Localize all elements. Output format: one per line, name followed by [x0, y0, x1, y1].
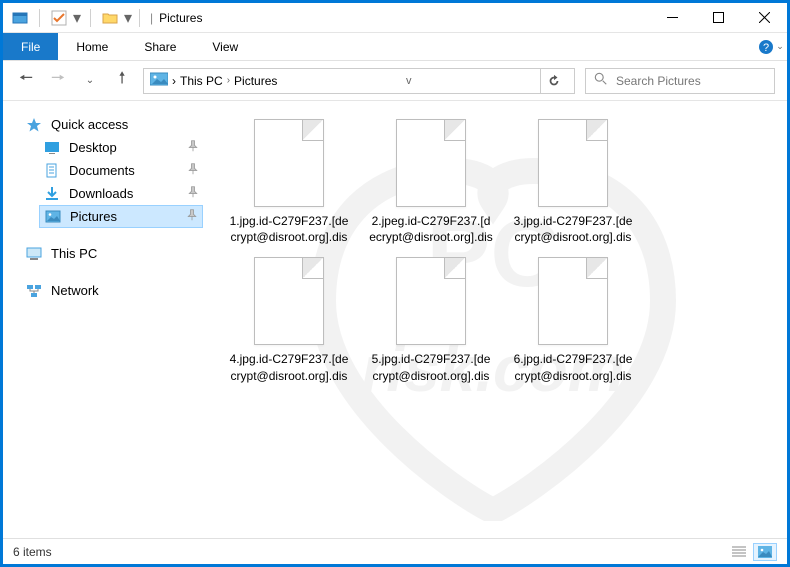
title-bar: ▾ ▾ | Pictures: [3, 3, 787, 33]
checkbox-icon[interactable]: [48, 7, 70, 29]
sidebar-item-label: Network: [51, 283, 99, 298]
window-title: Pictures: [159, 11, 202, 25]
file-item[interactable]: 2.jpeg.id-C279F237.[decrypt@disroot.org]…: [369, 119, 493, 245]
sidebar-item-label: This PC: [51, 246, 97, 261]
breadcrumb-dropdown[interactable]: v: [406, 75, 412, 87]
search-icon: [594, 72, 608, 89]
navigation-pane: Quick access Desktop Documents: [3, 101, 213, 538]
view-mode-buttons: [727, 543, 777, 561]
thumbnails-view-button[interactable]: [753, 543, 777, 561]
sidebar-item-this-pc[interactable]: This PC: [21, 242, 203, 265]
title-separator: |: [150, 11, 153, 25]
file-name: 2.jpeg.id-C279F237.[decrypt@disroot.org]…: [369, 213, 493, 245]
file-list[interactable]: 1.jpg.id-C279F237.[decrypt@disroot.org].…: [213, 101, 787, 538]
file-item[interactable]: 1.jpg.id-C279F237.[decrypt@disroot.org].…: [227, 119, 351, 245]
this-pc-group: This PC: [21, 242, 203, 265]
pin-icon: [187, 163, 199, 178]
separator: [90, 9, 91, 27]
sidebar-item-desktop[interactable]: Desktop: [39, 136, 203, 159]
star-icon: [25, 116, 43, 134]
pictures-icon: [44, 208, 62, 226]
file-name: 4.jpg.id-C279F237.[decrypt@disroot.org].…: [227, 351, 351, 383]
window-title-area: | Pictures: [150, 11, 202, 25]
file-name: 3.jpg.id-C279F237.[decrypt@disroot.org].…: [511, 213, 635, 245]
pictures-folder-icon: [150, 72, 168, 89]
network-group: Network: [21, 279, 203, 302]
separator: [139, 9, 140, 27]
recent-dropdown[interactable]: ⌄: [79, 70, 101, 92]
tab-share[interactable]: Share: [126, 33, 194, 60]
sidebar-item-quick-access[interactable]: Quick access: [21, 113, 203, 136]
refresh-button[interactable]: [540, 68, 568, 94]
dropdown-icon[interactable]: ▾: [72, 7, 82, 29]
breadcrumb-segment[interactable]: Pictures: [234, 74, 277, 88]
sidebar-item-label: Documents: [69, 163, 135, 178]
item-count: 6 items: [13, 545, 52, 559]
file-item[interactable]: 5.jpg.id-C279F237.[decrypt@disroot.org].…: [369, 257, 493, 383]
svg-text:?: ?: [763, 42, 769, 54]
file-item[interactable]: 6.jpg.id-C279F237.[decrypt@disroot.org].…: [511, 257, 635, 383]
sidebar-item-documents[interactable]: Documents: [39, 159, 203, 182]
minimize-button[interactable]: [649, 3, 695, 33]
unknown-file-icon: [538, 257, 608, 345]
tab-home[interactable]: Home: [58, 33, 126, 60]
documents-icon: [43, 162, 61, 180]
address-bar: 🠔 🠖 ⌄ 🠕 › This PC › Pictures v Search Pic…: [3, 61, 787, 101]
pin-icon: [186, 209, 198, 224]
folder-icon: [99, 7, 121, 29]
sidebar-item-pictures[interactable]: Pictures: [39, 205, 203, 228]
quick-access-group: Quick access Desktop Documents: [21, 113, 203, 228]
sidebar-item-label: Pictures: [70, 209, 117, 224]
explorer-icon: [9, 7, 31, 29]
file-item[interactable]: 3.jpg.id-C279F237.[decrypt@disroot.org].…: [511, 119, 635, 245]
sidebar-item-label: Quick access: [51, 117, 128, 132]
unknown-file-icon: [396, 257, 466, 345]
breadcrumb[interactable]: › This PC › Pictures v: [143, 68, 575, 94]
sidebar-item-label: Downloads: [69, 186, 133, 201]
pin-icon: [187, 140, 199, 155]
close-button[interactable]: [741, 3, 787, 33]
dropdown-icon[interactable]: ▾: [123, 7, 133, 29]
separator: [39, 9, 40, 27]
network-icon: [25, 282, 43, 300]
details-view-button[interactable]: [727, 543, 751, 561]
chevron-right-icon[interactable]: ›: [227, 75, 230, 86]
chevron-right-icon[interactable]: ›: [172, 74, 176, 88]
quick-access-items: Desktop Documents Downloads: [21, 136, 203, 228]
file-item[interactable]: 4.jpg.id-C279F237.[decrypt@disroot.org].…: [227, 257, 351, 383]
help-button[interactable]: ? ⌄: [755, 33, 787, 60]
unknown-file-icon: [254, 119, 324, 207]
back-button[interactable]: 🠔: [15, 70, 37, 92]
file-tab[interactable]: File: [3, 33, 58, 60]
search-placeholder: Search Pictures: [616, 74, 701, 88]
window-controls: [649, 3, 787, 33]
unknown-file-icon: [396, 119, 466, 207]
up-button[interactable]: 🠕: [111, 70, 133, 92]
crumb-label: This PC: [180, 74, 223, 88]
forward-button[interactable]: 🠖: [47, 70, 69, 92]
quick-access-toolbar: ▾ ▾: [9, 7, 133, 29]
ribbon-tabs: File Home Share View ? ⌄: [3, 33, 787, 61]
crumb-label: Pictures: [234, 74, 277, 88]
sidebar-item-label: Desktop: [69, 140, 117, 155]
sidebar-item-downloads[interactable]: Downloads: [39, 182, 203, 205]
unknown-file-icon: [254, 257, 324, 345]
search-box[interactable]: Search Pictures: [585, 68, 775, 94]
main-area: PC risk.com Quick access Desktop: [3, 101, 787, 538]
status-bar: 6 items: [3, 538, 787, 564]
downloads-icon: [43, 185, 61, 203]
file-name: 1.jpg.id-C279F237.[decrypt@disroot.org].…: [227, 213, 351, 245]
this-pc-icon: [25, 245, 43, 263]
desktop-icon: [43, 139, 61, 157]
unknown-file-icon: [538, 119, 608, 207]
breadcrumb-segment[interactable]: This PC ›: [180, 74, 230, 88]
tab-view[interactable]: View: [194, 33, 256, 60]
pin-icon: [187, 186, 199, 201]
maximize-button[interactable]: [695, 3, 741, 33]
file-name: 5.jpg.id-C279F237.[decrypt@disroot.org].…: [369, 351, 493, 383]
sidebar-item-network[interactable]: Network: [21, 279, 203, 302]
file-name: 6.jpg.id-C279F237.[decrypt@disroot.org].…: [511, 351, 635, 383]
explorer-window: ▾ ▾ | Pictures File Home Share View ? ⌄: [3, 3, 787, 564]
